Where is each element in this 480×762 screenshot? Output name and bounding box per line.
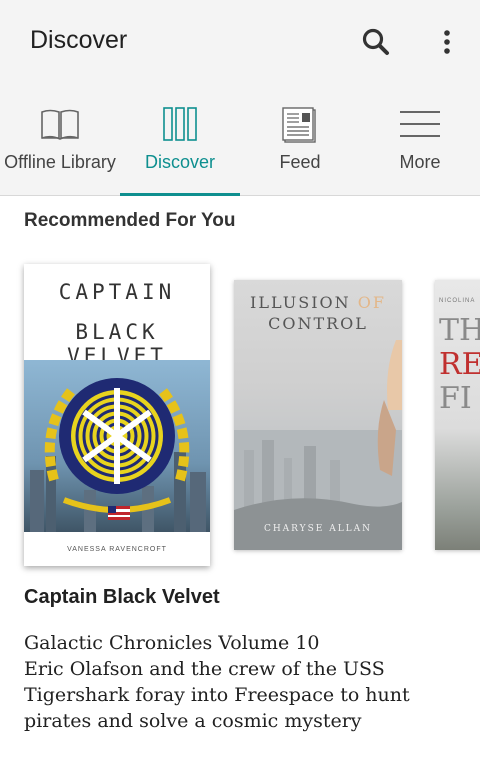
cover-title-line: CAPTAIN	[58, 280, 176, 304]
tab-label: Discover	[144, 152, 215, 172]
cover-author: CHARYSE ALLAN	[263, 524, 373, 534]
tab-label: More	[399, 152, 441, 172]
search-button[interactable]	[356, 22, 396, 62]
more-vertical-icon	[444, 30, 450, 54]
tab-feed[interactable]: Feed	[240, 96, 360, 196]
cover-title-word: ILLUSION	[250, 293, 351, 312]
section-title: Recommended For You	[24, 210, 236, 231]
book-open-icon	[41, 109, 79, 140]
tab-label: Offline Library	[4, 152, 116, 172]
description-line: Galactic Chronicles Volume 10	[24, 632, 320, 654]
overflow-menu-button[interactable]	[430, 22, 464, 62]
cover-title-line: CONTROL	[268, 314, 368, 333]
cover-artwork	[24, 360, 210, 532]
cover-title-word: OF	[357, 293, 386, 312]
cover-author: VANESSA RAVENCROFT	[67, 546, 167, 553]
cover-title-line: FI	[439, 381, 472, 416]
cover-title: ILLUSION OF	[234, 292, 402, 313]
tab-more[interactable]: More	[360, 96, 480, 196]
description-line: pirates and solve a cosmic mystery	[24, 710, 362, 732]
selected-book-title: Captain Black Velvet	[24, 586, 220, 608]
description-line: Eric Olafson and the crew of the USS	[24, 658, 385, 680]
cover-title-line: RE	[439, 347, 480, 382]
book-cover-captain-black-velvet[interactable]: CAPTAIN BLACK VELVET VANESSA RAVENCROFT	[24, 264, 210, 566]
tab-discover[interactable]: Discover	[120, 96, 240, 196]
book-cover-illusion-of-control[interactable]: ILLUSION OF CONTROL CHARYSE ALLAN	[234, 280, 402, 550]
search-icon	[362, 28, 389, 55]
tab-offline-library[interactable]: Offline Library	[0, 96, 120, 196]
tab-bar: Offline Library Discover Feed More	[0, 96, 480, 196]
selected-book-description: Galactic Chronicles Volume 10 Eric Olafs…	[24, 630, 464, 734]
app-bar: Discover Offline Library Discover Feed M…	[0, 0, 480, 196]
bookshelf-icon	[163, 107, 197, 141]
newspaper-icon	[282, 107, 316, 143]
cover-author: NICOLINA	[439, 298, 476, 304]
menu-icon	[400, 111, 440, 137]
cover-title-line: TH	[439, 313, 480, 348]
description-line: Tigershark foray into Freespace to hunt	[24, 684, 410, 706]
book-cover-partial[interactable]: NICOLINA TH RE FI	[435, 280, 480, 550]
active-tab-indicator	[120, 193, 240, 196]
tab-label: Feed	[279, 152, 321, 172]
page-title: Discover	[30, 26, 128, 54]
